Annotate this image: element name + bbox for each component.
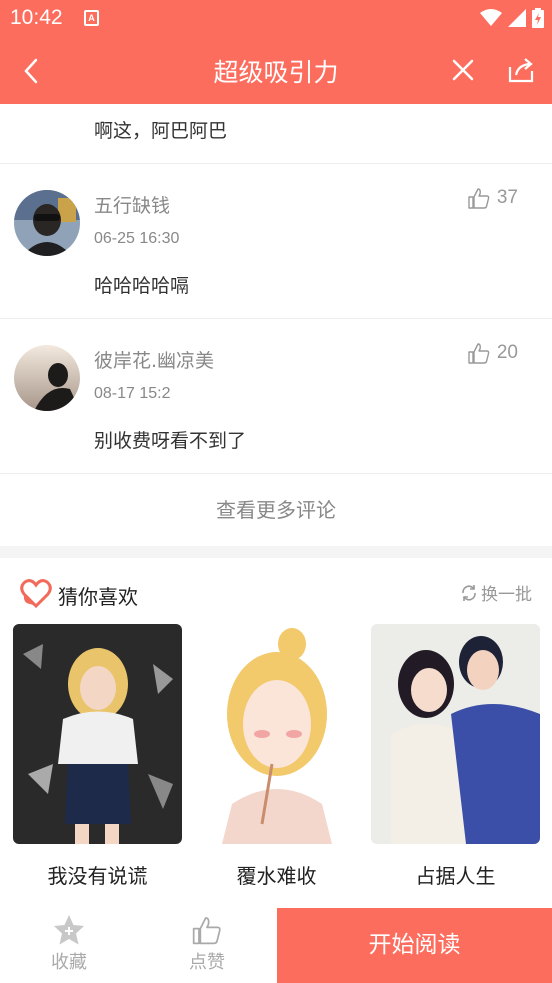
- recommend-card[interactable]: 我没有说谎: [13, 624, 182, 889]
- comment-username[interactable]: 五行缺钱: [94, 191, 170, 218]
- like-count: 37: [496, 187, 518, 208]
- close-icon[interactable]: [449, 56, 477, 84]
- comic-title: 覆水难收: [236, 864, 317, 888]
- collect-label: 收藏: [51, 952, 87, 973]
- comment-date: 08-17 15:2: [94, 385, 171, 402]
- recommend-header: 猜你喜欢 换一批: [0, 568, 552, 618]
- thumbs-up-icon: [192, 917, 221, 945]
- signal-icon: [508, 9, 526, 27]
- like-label: 点赞: [189, 952, 225, 973]
- comic-title: 占据人生: [415, 864, 496, 888]
- star-plus-icon: [54, 915, 84, 945]
- like-button[interactable]: 点赞: [138, 908, 276, 983]
- section-divider: [0, 546, 552, 558]
- title-bar: 超级吸引力: [0, 36, 552, 104]
- recommend-card[interactable]: 覆水难收: [192, 624, 361, 889]
- app-header: 10:42 A 超级吸引力: [0, 0, 552, 104]
- comment-item: 啊这，阿巴阿巴: [0, 104, 552, 164]
- cover-image[interactable]: [13, 624, 182, 844]
- comment-text: 别收费呀看不到了: [94, 430, 247, 452]
- comment-username[interactable]: 彼岸花.幽凉美: [94, 346, 214, 373]
- wifi-icon: [480, 9, 502, 26]
- refresh-label: 换一批: [481, 585, 532, 605]
- avatar[interactable]: [14, 345, 80, 411]
- status-icons: [480, 8, 544, 28]
- app-notification-icon: A: [84, 10, 99, 26]
- status-time: 10:42: [10, 6, 63, 29]
- refresh-icon: [462, 584, 476, 601]
- comment-date: 06-25 16:30: [94, 230, 180, 247]
- comment-like-button[interactable]: 37: [467, 186, 518, 210]
- heart-icon: [20, 579, 52, 608]
- comment-text: 哈哈哈哈嗝: [94, 275, 190, 297]
- comic-title: 我没有说谎: [47, 864, 148, 888]
- bottom-bar: 收藏 点赞 开始阅读: [0, 908, 552, 983]
- collect-button[interactable]: 收藏: [0, 908, 138, 983]
- thumbs-up-icon: [468, 188, 490, 209]
- cover-image[interactable]: [371, 624, 540, 844]
- comment-item: 五行缺钱 06-25 16:30 哈哈哈哈嗝 37: [0, 164, 552, 319]
- start-reading-button[interactable]: 开始阅读: [277, 908, 552, 983]
- refresh-button[interactable]: 换一批: [460, 580, 532, 605]
- battery-icon: [532, 8, 544, 28]
- comment-item: 彼岸花.幽凉美 08-17 15:2 别收费呀看不到了 20: [0, 319, 552, 474]
- more-comments-link[interactable]: 查看更多评论: [0, 474, 552, 546]
- share-icon[interactable]: [506, 55, 536, 85]
- like-count: 20: [496, 342, 518, 363]
- recommend-card[interactable]: 占据人生: [371, 624, 540, 889]
- comment-like-button[interactable]: 20: [467, 341, 518, 365]
- recommend-title: 猜你喜欢: [58, 585, 138, 609]
- status-bar: 10:42 A: [0, 0, 552, 36]
- cover-image[interactable]: [192, 624, 361, 844]
- avatar[interactable]: [14, 190, 80, 256]
- thumbs-up-icon: [468, 343, 490, 364]
- comment-text: 啊这，阿巴阿巴: [94, 120, 228, 142]
